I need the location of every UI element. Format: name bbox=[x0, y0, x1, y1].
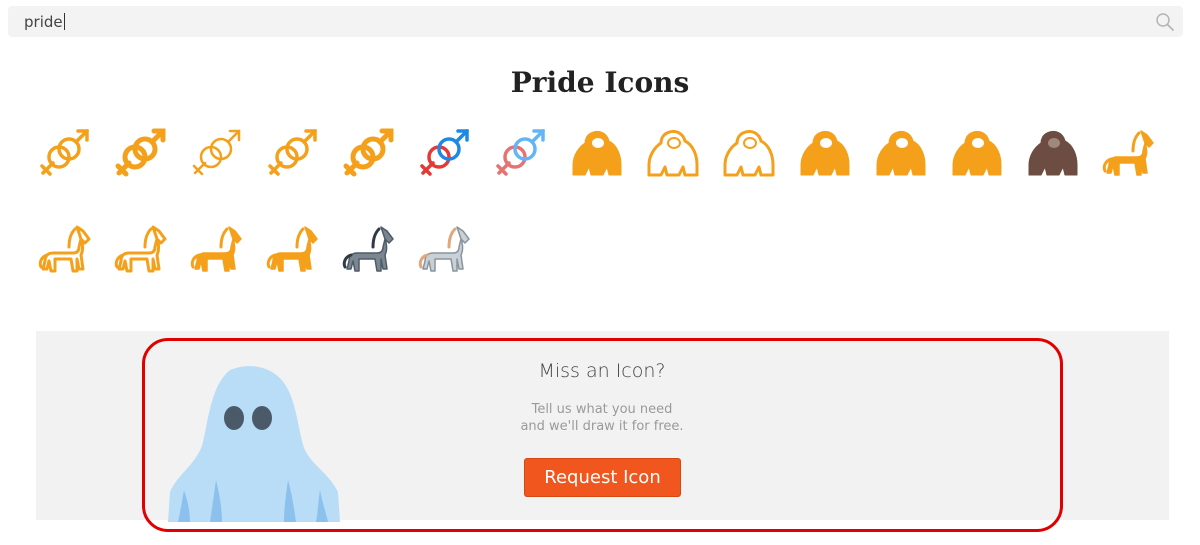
horse-white-color-icon[interactable] bbox=[410, 214, 480, 284]
banner-title: Miss an Icon? bbox=[538, 360, 666, 382]
horse-grey-color-icon[interactable] bbox=[334, 214, 404, 284]
gorilla-solid-icon[interactable] bbox=[790, 118, 860, 188]
gorilla-walking-icon[interactable] bbox=[866, 118, 936, 188]
banner-description: Tell us what you need and we'll draw it … bbox=[452, 401, 752, 435]
gender-symbols-medium-icon[interactable] bbox=[258, 118, 328, 188]
horse-solid-icon[interactable] bbox=[182, 214, 252, 284]
gender-symbols-color-icon[interactable] bbox=[410, 118, 480, 188]
gorilla-color-icon[interactable] bbox=[1018, 118, 1088, 188]
gender-symbols-outline-icon[interactable] bbox=[30, 118, 100, 188]
search-bar[interactable]: pride bbox=[8, 6, 1183, 37]
horse-outline-icon[interactable] bbox=[30, 214, 100, 284]
ghost-icon bbox=[168, 366, 340, 522]
gender-symbols-thin-icon[interactable] bbox=[182, 118, 252, 188]
text-caret bbox=[63, 13, 65, 30]
page-title: Pride Icons bbox=[510, 66, 690, 99]
gorilla-head-outline-icon[interactable] bbox=[714, 118, 784, 188]
search-icon[interactable] bbox=[1155, 12, 1175, 32]
gorilla-sitting-icon[interactable] bbox=[942, 118, 1012, 188]
gender-symbols-filled-icon[interactable] bbox=[334, 118, 404, 188]
horse-standing-icon[interactable] bbox=[258, 214, 328, 284]
request-icon-button[interactable]: Request Icon bbox=[524, 458, 681, 497]
search-input-value: pride bbox=[24, 13, 63, 31]
banner-text-line-2: and we'll draw it for free. bbox=[520, 419, 684, 434]
gorilla-filled-icon[interactable] bbox=[562, 118, 632, 188]
gorilla-outline-icon[interactable] bbox=[638, 118, 708, 188]
gender-symbols-bold-icon[interactable] bbox=[106, 118, 176, 188]
banner-text-line-1: Tell us what you need bbox=[531, 402, 673, 417]
search-input[interactable]: pride bbox=[24, 13, 65, 31]
horse-filled-icon[interactable] bbox=[1094, 118, 1164, 188]
gender-symbols-color-outline-icon[interactable] bbox=[486, 118, 556, 188]
horse-thin-icon[interactable] bbox=[106, 214, 176, 284]
